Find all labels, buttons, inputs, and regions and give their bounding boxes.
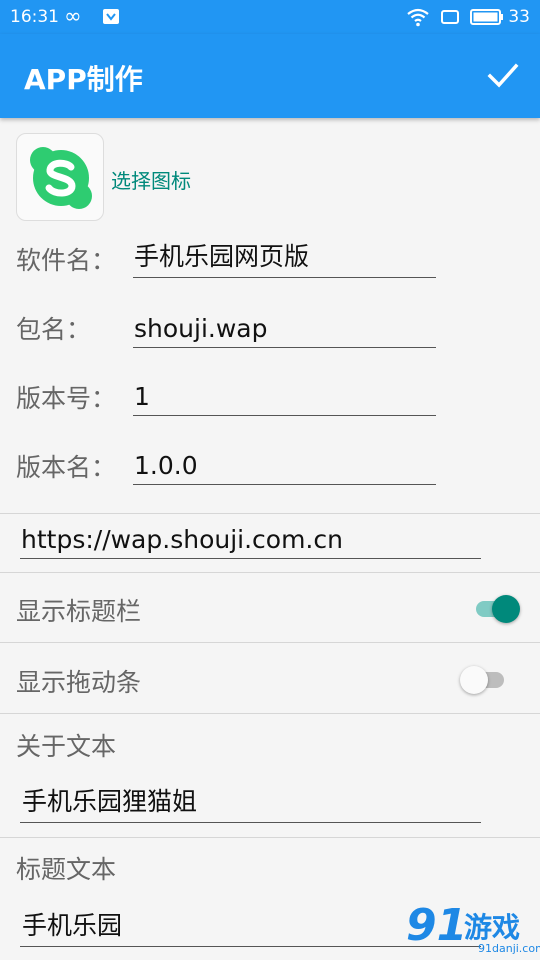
app-name-field[interactable]: 手机乐园网页版 — [133, 239, 436, 278]
app-name-label: 软件名： — [16, 246, 117, 275]
version-code-field[interactable]: 1 — [133, 377, 436, 416]
version-code-value: 1 — [134, 382, 150, 411]
status-time: 16:31 — [10, 7, 59, 27]
status-right-icons: 33 — [406, 6, 530, 28]
title-text-value: 手机乐园 — [22, 911, 123, 940]
show-title-bar-label: 显示标题栏 — [16, 597, 142, 626]
battery-level: 33 — [508, 7, 530, 27]
skype-style-s-icon — [30, 147, 92, 209]
battery-icon — [470, 9, 504, 25]
show-scrollbar-label: 显示拖动条 — [16, 668, 142, 697]
about-text-value: 手机乐园狸猫姐 — [22, 787, 198, 816]
version-name-field[interactable]: 1.0.0 — [133, 446, 436, 485]
page-title: APP制作 — [24, 63, 143, 96]
about-text-field[interactable]: 手机乐园狸猫姐 — [20, 780, 481, 823]
app-name-value: 手机乐园网页版 — [134, 242, 310, 271]
infinity-icon: ∞ — [64, 4, 82, 28]
version-name-label: 版本名： — [16, 453, 117, 482]
about-text-label: 关于文本 — [16, 732, 117, 761]
divider — [0, 713, 540, 714]
status-bar: 16:31 ∞ 33 — [0, 0, 540, 34]
divider — [0, 642, 540, 643]
package-name-field[interactable]: shouji.wap — [133, 309, 436, 348]
package-name-label: 包名： — [16, 315, 92, 344]
watermark-site: 91danji.com — [478, 942, 540, 955]
url-value: https://wap.shouji.com.cn — [21, 525, 343, 554]
notification-shield-icon — [103, 9, 119, 24]
url-field[interactable]: https://wap.shouji.com.cn — [20, 518, 481, 559]
show-title-bar-switch[interactable] — [472, 592, 520, 624]
check-icon[interactable] — [486, 58, 520, 92]
divider — [0, 513, 540, 514]
choose-icon-link[interactable]: 选择图标 — [111, 165, 191, 194]
divider — [0, 572, 540, 573]
package-name-value: shouji.wap — [134, 314, 268, 343]
divider — [0, 837, 540, 838]
switch-thumb — [460, 666, 488, 694]
wifi-icon — [407, 8, 430, 27]
show-scrollbar-switch[interactable] — [460, 663, 508, 695]
version-code-label: 版本号： — [16, 384, 117, 413]
screen-icon — [441, 10, 460, 24]
watermark-name: 游戏 — [464, 911, 521, 944]
app-bar: APP制作 — [0, 34, 540, 118]
switch-thumb — [492, 595, 520, 623]
watermark-number: 91 — [406, 900, 468, 951]
app-icon-preview[interactable] — [16, 133, 104, 221]
version-name-value: 1.0.0 — [134, 451, 198, 480]
title-text-label: 标题文本 — [16, 855, 117, 884]
watermark-logo: 91 游戏 91danji.com — [406, 900, 540, 960]
